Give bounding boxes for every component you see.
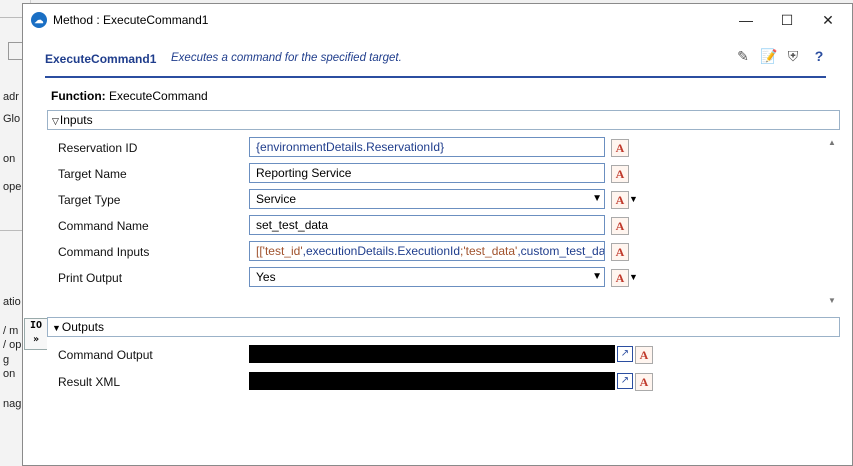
expression-icon[interactable]: A [635,346,653,364]
command-output-field[interactable] [249,345,615,363]
token: ,custom_test_data]] [517,244,605,258]
expression-icon[interactable]: A [635,373,653,391]
function-label: Function: ExecuteCommand [51,89,208,103]
field-value: Reporting Service [256,166,352,180]
method-name: ExecuteCommand1 [45,52,157,66]
token: environmentDetails [260,140,363,154]
collapse-triangle-icon: ▽ [52,116,59,126]
help-icon[interactable]: ? [809,46,829,66]
target-name-field[interactable]: Reporting Service [249,163,605,183]
command-output-label: Command Output [58,348,153,362]
target-name-label: Target Name [58,167,127,181]
collapse-triangle-icon: ▼ [52,323,61,333]
function-value: ExecuteCommand [109,89,208,103]
field-value: set_test_data [256,218,329,232]
outputs-section-label: Outputs [61,320,104,334]
shield-icon[interactable]: ⛨ [783,46,803,66]
outputs-section-header[interactable]: ▼Outputs [47,317,840,337]
open-external-icon[interactable]: ↗ [617,373,633,389]
expression-icon[interactable]: A [611,217,629,235]
maximize-button[interactable]: ☐ [769,8,805,32]
target-type-label: Target Type [58,193,121,207]
title-bar: ☁ Method : ExecuteCommand1 — ☐ ✕ [23,4,852,36]
command-name-field[interactable]: set_test_data [249,215,605,235]
dropdown-arrow-icon[interactable]: ▼ [592,268,602,286]
scroll-up-arrow-icon[interactable]: ▲ [828,138,836,147]
pencil-icon[interactable]: ✎ [733,46,753,66]
token: .ReservationId} [362,140,445,154]
minimize-button[interactable]: — [728,8,764,32]
field-value: Yes [256,270,276,284]
command-name-label: Command Name [58,219,149,233]
target-type-dropdown[interactable]: Service ▼ [249,189,605,209]
io-side-tab[interactable]: IO » [24,318,47,350]
command-inputs-field[interactable]: [['test_id',executionDetails.ExecutionId… [249,241,605,261]
command-inputs-label: Command Inputs [58,245,150,259]
expression-icon[interactable]: A [611,243,629,261]
method-header: ExecuteCommand1 Executes a command for t… [23,36,852,82]
inputs-section-header[interactable]: ▽Inputs [47,110,840,130]
token: ExecutionId [397,244,461,258]
function-caption: Function: [51,89,106,103]
expression-icon[interactable]: A [611,139,629,157]
token: ;'test_data' [460,244,518,258]
header-underline [45,76,826,78]
token: ,executionDetails. [302,244,398,258]
print-output-label: Print Output [58,271,123,285]
result-xml-label: Result XML [58,375,121,389]
expression-menu-arrow-icon[interactable]: ▼ [629,272,638,282]
expression-icon[interactable]: A [611,165,629,183]
token: [['test_id' [256,244,303,258]
dropdown-arrow-icon[interactable]: ▼ [592,190,602,208]
expand-chevron-icon: » [32,334,40,345]
io-tab-label: IO [29,320,43,331]
inputs-section-label: Inputs [59,113,93,127]
open-external-icon[interactable]: ↗ [617,346,633,362]
expression-icon[interactable]: A [611,269,629,287]
expression-icon[interactable]: A [611,191,629,209]
print-output-dropdown[interactable]: Yes ▼ [249,267,605,287]
field-value: Service [256,192,297,206]
close-button[interactable]: ✕ [810,8,846,32]
expression-menu-arrow-icon[interactable]: ▼ [629,194,638,204]
app-icon: ☁ [31,12,47,28]
reservation-id-field[interactable]: {environmentDetails.ReservationId} [249,137,605,157]
window-title: Method : ExecuteCommand1 [53,13,209,27]
reservation-id-label: Reservation ID [58,141,138,155]
result-xml-field[interactable] [249,372,615,390]
edit-note-icon[interactable]: 📝 [759,46,779,66]
scroll-down-arrow-icon[interactable]: ▼ [828,296,836,305]
method-description: Executes a command for the specified tar… [171,52,402,64]
method-dialog: ☁ Method : ExecuteCommand1 — ☐ ✕ Execute… [22,3,853,466]
